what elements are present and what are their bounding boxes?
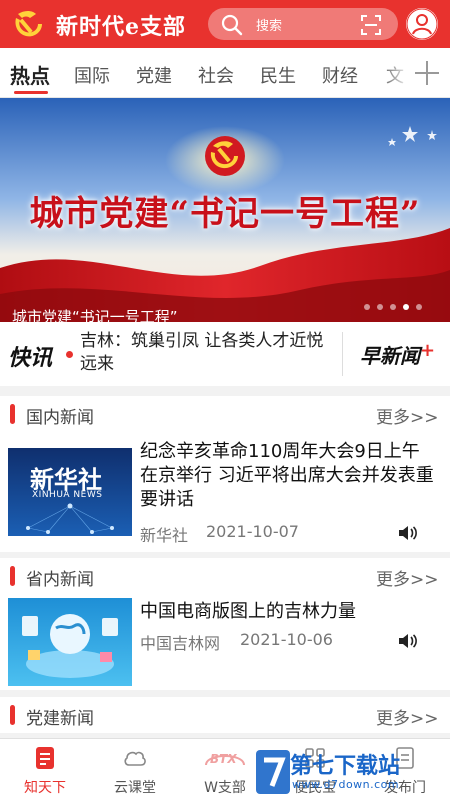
carousel-dot[interactable]	[390, 304, 396, 310]
btx-label: BTX	[210, 752, 237, 766]
carousel-dot[interactable]	[416, 304, 422, 310]
section-title: 党建新闻	[26, 709, 94, 729]
tab-hot[interactable]: 热点	[10, 60, 50, 89]
news-date: 2021-10-07	[206, 522, 299, 541]
news-thumbnail	[8, 598, 132, 686]
flash-news-bar[interactable]: 快讯 吉林：筑巢引凤 让各类人才近悦远来 早新闻+	[0, 322, 450, 386]
app-title: 新时代e支部	[56, 14, 186, 40]
carousel-dot[interactable]	[364, 304, 370, 310]
party-emblem-icon	[15, 11, 42, 37]
news-item[interactable]: 新华社 XINHUA NEWS 纪念辛亥革命110周年大会9日上午在京举行 习近…	[0, 432, 450, 552]
tab-international[interactable]: 国际	[74, 62, 110, 88]
category-tabs: 热点 国际 党建 社会 民生 财经 文	[0, 48, 450, 98]
tab-party-building[interactable]: 党建	[136, 62, 172, 88]
section-marker	[10, 404, 15, 424]
nav-yunketang[interactable]: 云课堂	[90, 739, 180, 800]
more-link[interactable]: 更多>>	[376, 565, 439, 590]
carousel-dot-active[interactable]	[403, 304, 409, 310]
tab-fade	[380, 48, 410, 96]
watermark-text: 第七下载站	[290, 754, 401, 779]
news-item[interactable]: 中国电商版图上的吉林力量 中国吉林网 2021-10-06	[0, 594, 450, 690]
nav-label: 知天下	[24, 780, 66, 796]
section-header-domestic: 国内新闻 更多>>	[0, 396, 450, 432]
news-date: 2021-10-06	[240, 630, 333, 649]
search-placeholder: 搜索	[256, 19, 283, 34]
more-link[interactable]: 更多>>	[376, 403, 439, 428]
scan-icon[interactable]	[360, 14, 382, 36]
search-icon	[221, 14, 243, 36]
banner-carousel[interactable]: 城市党建“书记一号工程” 城市党建“书记一号工程”	[0, 98, 450, 322]
thumb-logo-sub: XINHUA NEWS	[32, 490, 103, 500]
banner-headline: 城市党建“书记一号工程”	[29, 194, 421, 234]
section-title: 省内新闻	[26, 570, 94, 590]
speaker-icon[interactable]	[398, 633, 418, 649]
section-marker	[10, 566, 15, 586]
nav-label: 云课堂	[114, 780, 156, 796]
morning-news-button[interactable]: 早新闻+	[360, 340, 435, 369]
news-title[interactable]: 纪念辛亥革命110周年大会9日上午在京举行 习近平将出席大会并发表重要讲话	[140, 440, 436, 512]
watermark-url: www.d7down.com	[292, 778, 400, 791]
news-source: 新华社	[140, 526, 189, 545]
tab-finance[interactable]: 财经	[322, 62, 358, 88]
section-title: 国内新闻	[26, 408, 94, 428]
morning-news-plus: +	[420, 340, 436, 361]
active-tab-indicator	[14, 91, 48, 94]
flash-bullet	[66, 351, 73, 358]
section-marker	[10, 705, 15, 725]
flash-news-logo: 快讯	[8, 346, 53, 371]
document-icon	[36, 747, 54, 769]
nav-zhitianxia[interactable]: 知天下	[0, 739, 90, 800]
user-avatar-icon[interactable]	[406, 8, 438, 40]
news-thumbnail: 新华社 XINHUA NEWS	[8, 448, 132, 536]
flash-news-text[interactable]: 吉林：筑巢引凤 让各类人才近悦远来	[80, 330, 338, 376]
divider	[342, 332, 343, 376]
news-source: 中国吉林网	[140, 634, 221, 653]
speaker-icon[interactable]	[398, 525, 418, 541]
section-header-provincial: 省内新闻 更多>>	[0, 558, 450, 594]
news-title[interactable]: 中国电商版图上的吉林力量	[140, 600, 436, 624]
tab-society[interactable]: 社会	[198, 62, 234, 88]
section-header-party-building: 党建新闻 更多>>	[0, 697, 450, 733]
more-link[interactable]: 更多>>	[376, 704, 439, 729]
morning-news-label: 早新闻	[360, 344, 420, 368]
tab-livelihood[interactable]: 民生	[260, 62, 296, 88]
cloud-icon	[124, 751, 146, 766]
banner-caption: 城市党建“书记一号工程”	[12, 308, 178, 322]
carousel-indicator	[364, 304, 422, 310]
search-bar[interactable]: 搜索	[208, 8, 398, 40]
ecommerce-graphic	[8, 598, 132, 686]
carousel-dot[interactable]	[377, 304, 383, 310]
add-tab-icon[interactable]	[412, 58, 442, 88]
app-header: 新时代e支部 搜索	[0, 0, 450, 48]
